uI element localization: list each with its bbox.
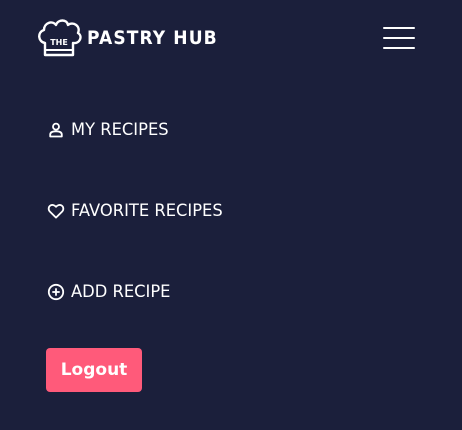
brand-name: PASTRY HUB xyxy=(87,27,218,49)
hamburger-line xyxy=(383,47,415,49)
site-header: THE PASTRY HUB xyxy=(0,0,462,80)
chef-hat-icon: THE xyxy=(38,19,82,57)
nav-item-label: MY RECIPES xyxy=(71,120,169,140)
nav-item-label: ADD RECIPE xyxy=(71,282,171,302)
hamburger-line xyxy=(383,37,415,39)
hamburger-line xyxy=(383,27,415,29)
hamburger-menu-icon[interactable] xyxy=(383,26,415,50)
nav-item-add-recipe[interactable]: ADD RECIPE xyxy=(47,280,175,304)
nav-item-favorite-recipes[interactable]: FAVORITE RECIPES xyxy=(47,199,229,223)
nav-item-label: FAVORITE RECIPES xyxy=(71,201,223,221)
user-icon xyxy=(49,122,63,138)
plus-circle-icon xyxy=(47,283,65,301)
nav-item-my-recipes[interactable]: MY RECIPES xyxy=(47,118,173,142)
heart-icon xyxy=(47,204,65,219)
logout-button[interactable]: Logout xyxy=(46,348,142,392)
brand-logo-link[interactable]: THE PASTRY HUB xyxy=(36,16,232,60)
logo-badge-text: THE xyxy=(50,38,68,47)
